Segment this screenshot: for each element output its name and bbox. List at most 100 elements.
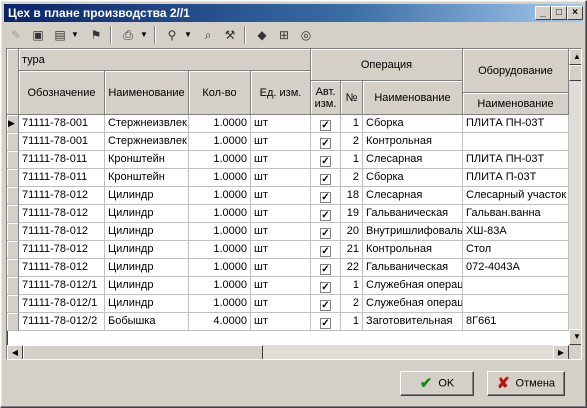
cell-op-name[interactable]: Слесарная — [363, 187, 463, 205]
cell-eq-name[interactable]: Слесарный участок — [463, 187, 569, 205]
checkbox[interactable]: ✓ — [320, 120, 331, 131]
cell-unit[interactable]: шт — [251, 133, 311, 151]
table-row[interactable]: 71111-78-001 Стержнеизвлек 1.0000 шт ✓ 2 Контр… — [7, 133, 581, 151]
cell-designation[interactable]: 71111-78-012/1 — [19, 277, 105, 295]
cell-unit[interactable]: шт — [251, 115, 311, 133]
auto-unit-checkbox-cell[interactable]: ✓ — [311, 277, 341, 295]
cell-eq-name[interactable]: 072-4043А — [463, 259, 569, 277]
maximize-button[interactable]: □ — [551, 6, 567, 20]
auto-unit-checkbox-cell[interactable]: ✓ — [311, 169, 341, 187]
minimize-button[interactable]: _ — [535, 6, 551, 20]
tools-icon[interactable]: ⚒ — [220, 26, 240, 44]
column-header-num[interactable]: № — [341, 81, 363, 115]
document-icon[interactable]: ▤ — [50, 26, 70, 44]
print-icon[interactable]: ⎙ — [118, 26, 138, 44]
title-bar[interactable]: Цех в плане производства 2//1 _ □ × — [4, 4, 583, 22]
vertical-scrollbar[interactable]: ▲ ▼ — [569, 49, 581, 345]
horizontal-scrollbar[interactable]: ◀ ▶ — [7, 345, 569, 359]
cell-unit[interactable]: шт — [251, 187, 311, 205]
table-row[interactable]: 71111-78-012/1 Цилиндр 1.0000 шт ✓ 2 Служебная… — [7, 295, 581, 313]
document-dropdown-icon[interactable]: ▼ — [71, 26, 79, 44]
cell-designation[interactable]: 71111-78-012/2 — [19, 313, 105, 331]
cell-eq-name[interactable]: ПЛИТА П-03Т — [463, 169, 569, 187]
print-dropdown-icon[interactable]: ▼ — [140, 26, 148, 44]
cell-name[interactable]: Цилиндр — [105, 259, 189, 277]
cell-eq-name[interactable] — [463, 295, 569, 313]
cell-op-name[interactable]: Внутришлифовальная — [363, 223, 463, 241]
cell-qty[interactable]: 1.0000 — [189, 169, 251, 187]
cell-unit[interactable]: шт — [251, 259, 311, 277]
auto-unit-checkbox-cell[interactable]: ✓ — [311, 187, 341, 205]
cell-op-name[interactable]: Служебная операция — [363, 277, 463, 295]
cell-name[interactable]: Цилиндр — [105, 205, 189, 223]
checkbox[interactable]: ✓ — [320, 300, 331, 311]
cell-designation[interactable]: 71111-78-012/1 — [19, 295, 105, 313]
cell-num[interactable]: 1 — [341, 151, 363, 169]
checkbox[interactable]: ✓ — [320, 228, 331, 239]
cell-eq-name[interactable] — [463, 277, 569, 295]
cell-num[interactable]: 2 — [341, 133, 363, 151]
auto-unit-checkbox-cell[interactable]: ✓ — [311, 115, 341, 133]
cell-qty[interactable]: 1.0000 — [189, 115, 251, 133]
checkbox[interactable]: ✓ — [320, 264, 331, 275]
cell-eq-name[interactable]: Стол — [463, 241, 569, 259]
checkbox[interactable]: ✓ — [320, 246, 331, 257]
table-row[interactable]: 71111-78-012/1 Цилиндр 1.0000 шт ✓ 1 Служебная… — [7, 277, 581, 295]
cell-designation[interactable]: 71111-78-012 — [19, 259, 105, 277]
column-header-name[interactable]: Наименование — [105, 71, 189, 115]
refresh-icon[interactable]: ◎ — [296, 26, 316, 44]
cell-eq-name[interactable] — [463, 133, 569, 151]
cell-designation[interactable]: 71111-78-012 — [19, 205, 105, 223]
cell-num[interactable]: 22 — [341, 259, 363, 277]
column-header-qty[interactable]: Кол-во — [189, 71, 251, 115]
cell-name[interactable]: Кронштейн — [105, 169, 189, 187]
cell-op-name[interactable]: Контрольная — [363, 241, 463, 259]
cell-name[interactable]: Стержнеизвлек — [105, 115, 189, 133]
auto-unit-checkbox-cell[interactable]: ✓ — [311, 259, 341, 277]
column-header-unit[interactable]: Ед. изм. — [251, 71, 311, 115]
data-grid[interactable]: тура Операция Оборудование Обозначение Н… — [6, 48, 582, 360]
cell-eq-name[interactable]: 8Г661 — [463, 313, 569, 331]
cell-num[interactable]: 1 — [341, 115, 363, 133]
cell-op-name[interactable]: Сборка — [363, 115, 463, 133]
table-row[interactable]: 71111-78-012/2 Бобышка 4.0000 шт ✓ 1 Заготовит… — [7, 313, 581, 331]
save-icon[interactable]: ▣ — [28, 26, 48, 44]
table-row[interactable]: ▶ 71111-78-001 Стержнеизвлек 1.0000 шт ✓ 1 Сбор… — [7, 115, 581, 133]
cell-num[interactable]: 1 — [341, 313, 363, 331]
cell-qty[interactable]: 4.0000 — [189, 313, 251, 331]
table-row[interactable]: 71111-78-011 Кронштейн 1.0000 шт ✓ 2 Сборка ПЛИ… — [7, 169, 581, 187]
scroll-right-icon[interactable]: ▶ — [553, 345, 569, 359]
cell-qty[interactable]: 1.0000 — [189, 223, 251, 241]
table-row[interactable]: 71111-78-011 Кронштейн 1.0000 шт ✓ 1 Слесарная… — [7, 151, 581, 169]
cell-eq-name[interactable]: ХШ-83А — [463, 223, 569, 241]
cell-qty[interactable]: 1.0000 — [189, 241, 251, 259]
cell-name[interactable]: Стержнеизвлек — [105, 133, 189, 151]
cell-name[interactable]: Кронштейн — [105, 151, 189, 169]
cell-unit[interactable]: шт — [251, 313, 311, 331]
cell-num[interactable]: 2 — [341, 295, 363, 313]
column-header-eq-name[interactable]: Наименование — [463, 93, 569, 115]
cell-num[interactable]: 1 — [341, 277, 363, 295]
cell-unit[interactable]: шт — [251, 205, 311, 223]
cell-unit[interactable]: шт — [251, 151, 311, 169]
scroll-up-icon[interactable]: ▲ — [569, 49, 581, 65]
cell-unit[interactable]: шт — [251, 241, 311, 259]
cell-qty[interactable]: 1.0000 — [189, 205, 251, 223]
checkbox[interactable]: ✓ — [320, 318, 331, 329]
table-row[interactable]: 71111-78-012 Цилиндр 1.0000 шт ✓ 19 Гальваниче… — [7, 205, 581, 223]
cell-unit[interactable]: шт — [251, 277, 311, 295]
auto-unit-checkbox-cell[interactable]: ✓ — [311, 223, 341, 241]
cell-name[interactable]: Цилиндр — [105, 187, 189, 205]
cell-op-name[interactable]: Служебная операция — [363, 295, 463, 313]
column-header-auto-unit[interactable]: Авт. изм. — [311, 81, 341, 115]
cell-name[interactable]: Цилиндр — [105, 223, 189, 241]
cell-name[interactable]: Цилиндр — [105, 295, 189, 313]
cell-eq-name[interactable]: Гальван.ванна — [463, 205, 569, 223]
checkbox[interactable]: ✓ — [320, 282, 331, 293]
cell-unit[interactable]: шт — [251, 169, 311, 187]
cell-unit[interactable]: шт — [251, 223, 311, 241]
table-row[interactable]: 71111-78-012 Цилиндр 1.0000 шт ✓ 22 Гальваниче… — [7, 259, 581, 277]
checkbox[interactable]: ✓ — [320, 174, 331, 185]
auto-unit-checkbox-cell[interactable]: ✓ — [311, 151, 341, 169]
cell-designation[interactable]: 71111-78-001 — [19, 133, 105, 151]
